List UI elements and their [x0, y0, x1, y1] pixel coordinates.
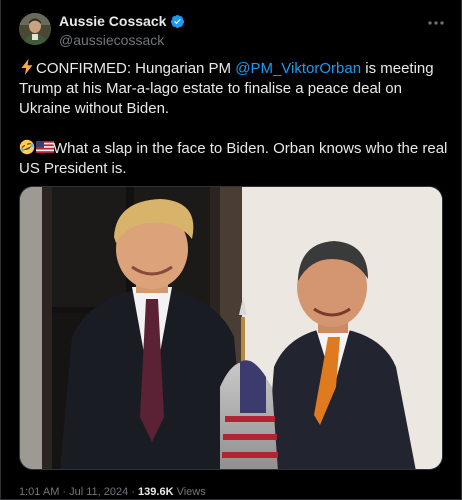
more-options-icon[interactable] [423, 13, 449, 33]
mention-link[interactable]: @PM_ViktorOrban [235, 60, 361, 77]
meta-separator: · [59, 486, 70, 498]
tweet-meta: 1:01 AM · Jul 11, 2024 · 139.6K Views [19, 485, 206, 499]
tweet-date[interactable]: Jul 11, 2024 [69, 486, 128, 498]
author-handle[interactable]: @aussiecossack [59, 31, 185, 49]
tweet-paragraph-1: CONFIRMED: Hungarian PM @PM_ViktorOrban … [19, 59, 449, 119]
tweet-time[interactable]: 1:01 AM [19, 486, 59, 498]
display-name-text: Aussie Cossack [59, 13, 167, 29]
verified-badge-icon[interactable] [170, 14, 185, 29]
avatar[interactable] [19, 13, 51, 45]
display-name[interactable]: Aussie Cossack [59, 13, 185, 30]
meta-separator: · [128, 486, 139, 498]
views-label: Views [173, 486, 206, 498]
photo-content [20, 187, 442, 469]
tweet-line1-prefix: CONFIRMED: Hungarian PM [36, 60, 236, 77]
lightning-emoji [19, 59, 35, 75]
rolling-laughing-emoji [19, 139, 35, 155]
views-count[interactable]: 139.6K [138, 486, 173, 498]
tweet-card: Aussie Cossack @aussiecossack CONFIRMED:… [0, 0, 462, 500]
author-names: Aussie Cossack @aussiecossack [59, 13, 185, 49]
tweet-line2: What a slap in the face to Biden. Orban … [19, 140, 448, 177]
tweet-text: CONFIRMED: Hungarian PM @PM_ViktorOrban … [19, 59, 449, 179]
tweet-paragraph-2: What a slap in the face to Biden. Orban … [19, 139, 449, 179]
tweet-header: Aussie Cossack @aussiecossack [19, 13, 449, 49]
us-flag-emoji [36, 139, 54, 155]
tweet-photo[interactable] [19, 186, 443, 470]
